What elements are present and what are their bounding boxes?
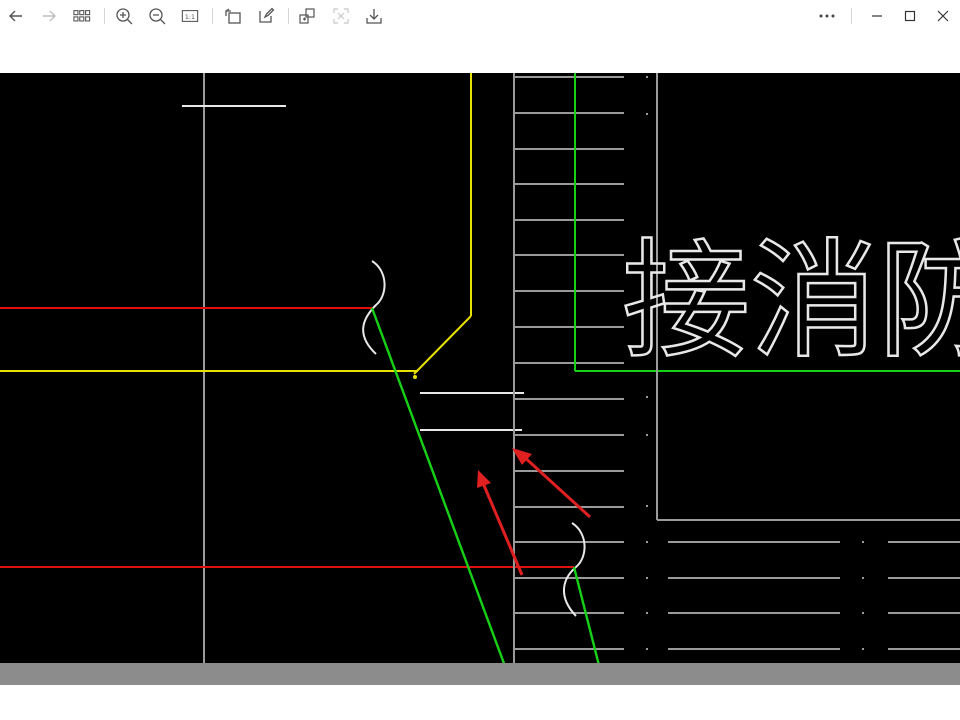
toolbar-separator <box>212 8 213 24</box>
status-area <box>0 685 960 720</box>
hatch-lines <box>514 76 624 650</box>
actual-size-label: 1:1 <box>185 14 195 21</box>
close-icon[interactable] <box>930 4 956 28</box>
horizontal-scrollbar[interactable] <box>0 663 960 685</box>
thumbnails-icon[interactable] <box>69 4 95 28</box>
back-icon[interactable] <box>3 4 29 28</box>
zoom-out-icon[interactable] <box>144 4 170 28</box>
red-arrow <box>477 470 524 576</box>
image-viewport[interactable]: 接消防 <box>0 73 960 685</box>
cad-text-label: 接消防 <box>622 227 960 376</box>
joint-point <box>413 375 417 379</box>
cad-drawing: 接消防 <box>0 73 960 685</box>
fullscreen-icon[interactable] <box>328 4 354 28</box>
hatch-lines <box>668 541 960 650</box>
forward-icon[interactable] <box>36 4 62 28</box>
edit-icon[interactable] <box>253 4 279 28</box>
maximize-icon[interactable] <box>897 4 923 28</box>
green-pipe-line <box>370 307 514 685</box>
rotate-icon[interactable] <box>220 4 246 28</box>
more-icon[interactable] <box>814 4 840 28</box>
minimize-icon[interactable] <box>864 4 890 28</box>
toolbar-separator <box>851 8 852 24</box>
toolbar-separator <box>104 8 105 24</box>
toolbar: 1:1 <box>0 0 960 33</box>
zoom-in-icon[interactable] <box>111 4 137 28</box>
toolbar-separator <box>288 8 289 24</box>
save-icon[interactable] <box>361 4 387 28</box>
share-icon[interactable] <box>294 4 320 28</box>
actual-size-button[interactable]: 1:1 <box>177 4 203 28</box>
yellow-pipe-line <box>413 315 472 375</box>
